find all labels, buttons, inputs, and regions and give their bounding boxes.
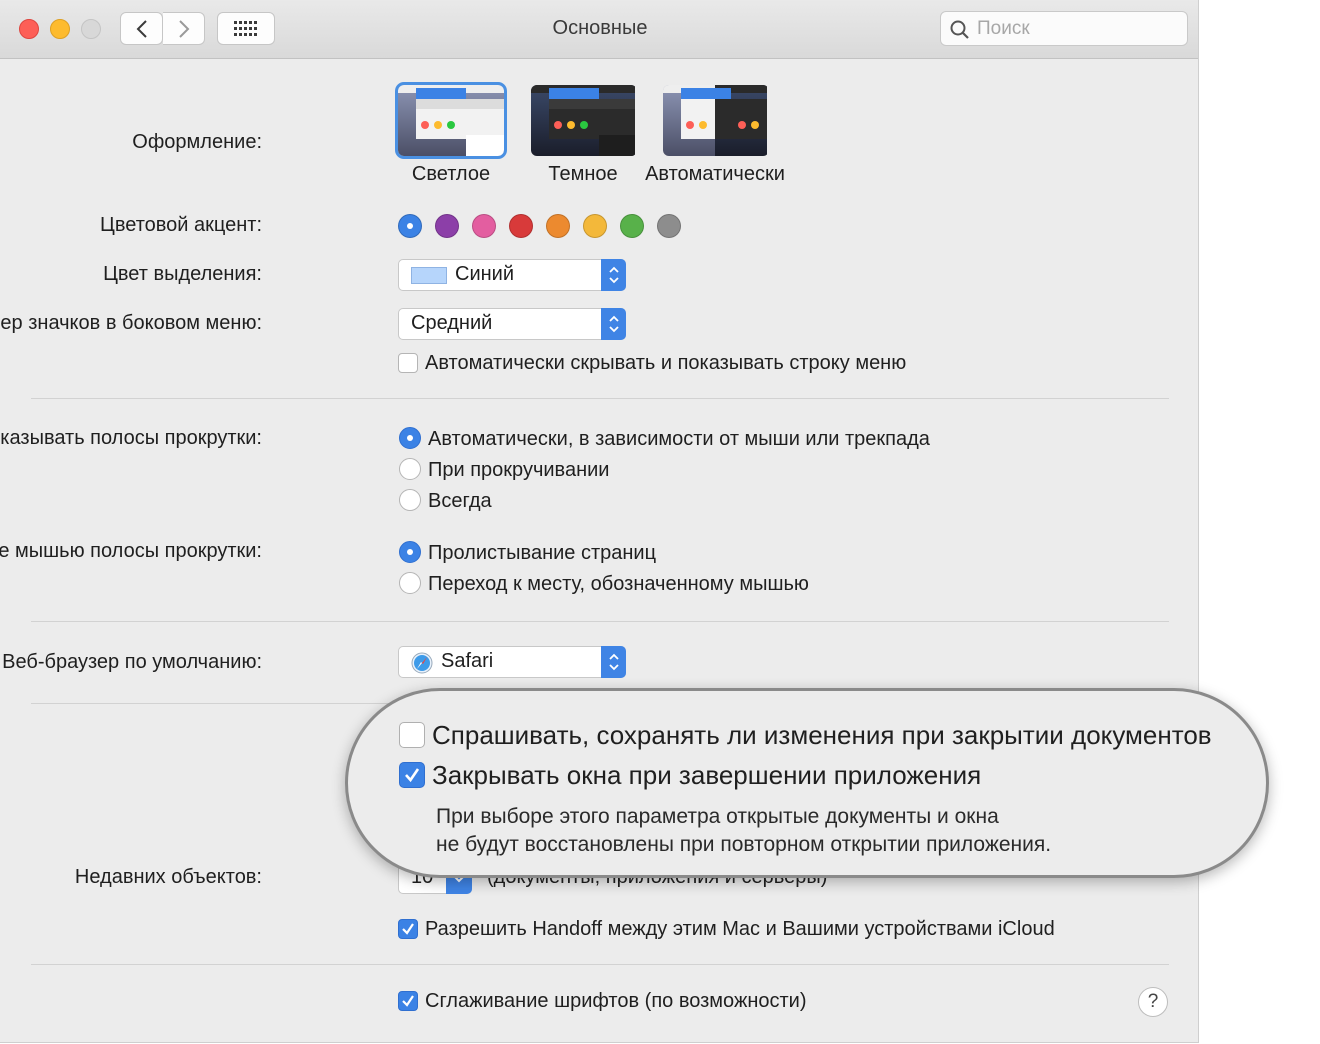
handoff-checkbox[interactable] (398, 919, 418, 939)
accent-color-swatch[interactable] (620, 214, 644, 238)
close-windows-checkbox[interactable] (399, 762, 425, 788)
appearance-dark-thumbnail[interactable] (531, 85, 637, 156)
scrollbars-scrolling-radio[interactable] (399, 458, 421, 480)
forward-button[interactable] (163, 12, 205, 45)
appearance-auto-thumbnail[interactable] (663, 85, 769, 156)
scrollbars-auto-label: Автоматически, в зависимости от мыши или… (428, 428, 930, 450)
highlight-color-value: Синий (455, 263, 515, 285)
ask-save-checkbox[interactable] (399, 722, 425, 748)
close-windows-note-line2: не будут восстановлены при повторном отк… (436, 833, 1052, 856)
sidebar-icon-size-value: Средний (411, 312, 493, 334)
close-windows-label: Закрывать окна при завершении приложения (432, 760, 982, 790)
appearance-auto-label: Автоматически (645, 163, 785, 185)
window-title: Основные (552, 17, 648, 39)
back-button[interactable] (120, 12, 163, 45)
click-jump-spot-label: Переход к месту, обозначенному мышью (428, 573, 809, 595)
grid-icon (234, 20, 257, 36)
highlight-color-popup[interactable]: Синий (398, 259, 626, 291)
close-windows-note-line1: При выборе этого параметра открытые доку… (436, 805, 999, 828)
search-placeholder: Поиск (977, 18, 1030, 39)
scrollbars-always-radio[interactable] (399, 489, 421, 511)
checkmark-icon (402, 995, 414, 1007)
system-preferences-window: Основные Поиск Оформление: Светлое Темно… (0, 0, 1199, 1043)
accent-color-swatch[interactable] (509, 214, 533, 238)
safari-icon (411, 652, 433, 674)
accent-color-swatch[interactable] (657, 214, 681, 238)
click-next-page-label: Пролистывание страниц (428, 542, 657, 564)
font-smoothing-label: Сглаживание шрифтов (по возможности) (425, 990, 807, 1012)
highlight-color-label: Цвет выделения: (103, 263, 262, 285)
default-browser-value: Safari (441, 650, 494, 672)
accent-color-swatch[interactable] (398, 214, 422, 238)
scrollbars-scrolling-label: При прокручивании (428, 459, 610, 481)
separator (31, 964, 1169, 965)
click-scrollbar-label: Нажатие мышью полосы прокрутки: (0, 540, 262, 562)
auto-hide-menubar-label: Автоматически скрывать и показывать стро… (425, 352, 907, 374)
accent-color-swatch[interactable] (583, 214, 607, 238)
titlebar: Основные Поиск (0, 0, 1198, 59)
accent-color-label: Цветовой акцент: (100, 214, 262, 236)
appearance-label: Оформление: (132, 131, 262, 153)
popup-arrows-icon (601, 259, 626, 291)
scrollbars-always-label: Всегда (428, 490, 492, 512)
checkmark-icon (405, 768, 420, 783)
scrollbars-auto-radio[interactable] (399, 427, 421, 449)
ask-save-label: Спрашивать, сохранять ли изменения при з… (432, 720, 1212, 750)
highlight-color-swatch (411, 267, 447, 284)
magnified-callout: Спрашивать, сохранять ли изменения при з… (345, 688, 1269, 878)
popup-arrows-icon (601, 646, 626, 678)
click-jump-spot-radio[interactable] (399, 572, 421, 594)
show-all-button[interactable] (217, 12, 275, 45)
checkmark-icon (402, 923, 414, 935)
auto-hide-menubar-checkbox[interactable] (398, 353, 418, 373)
zoom-window-button[interactable] (81, 19, 101, 39)
help-button[interactable]: ? (1138, 987, 1168, 1017)
accent-color-swatch[interactable] (435, 214, 459, 238)
show-scrollbars-label: Показывать полосы прокрутки: (0, 427, 262, 449)
accent-color-swatch[interactable] (546, 214, 570, 238)
minimize-window-button[interactable] (50, 19, 70, 39)
selected-indicator (407, 223, 413, 229)
default-browser-label: Веб-браузер по умолчанию: (2, 651, 262, 673)
separator (31, 621, 1169, 622)
chevron-right-icon (178, 19, 189, 38)
close-window-button[interactable] (19, 19, 39, 39)
sidebar-icon-size-label: Размер значков в боковом меню: (0, 312, 262, 334)
click-next-page-radio[interactable] (399, 541, 421, 563)
accent-color-swatch[interactable] (472, 214, 496, 238)
separator (31, 398, 1169, 399)
search-field[interactable]: Поиск (940, 11, 1188, 46)
appearance-light-thumbnail[interactable] (395, 82, 507, 159)
search-icon (950, 20, 969, 39)
handoff-label: Разрешить Handoff между этим Mac и Вашим… (425, 918, 1055, 940)
default-browser-popup[interactable]: Safari (398, 646, 626, 678)
popup-arrows-icon (601, 308, 626, 340)
sidebar-icon-size-popup[interactable]: Средний (398, 308, 626, 340)
font-smoothing-checkbox[interactable] (398, 991, 418, 1011)
chevron-left-icon (136, 19, 147, 38)
recent-items-label: Недавних объектов: (74, 866, 262, 888)
